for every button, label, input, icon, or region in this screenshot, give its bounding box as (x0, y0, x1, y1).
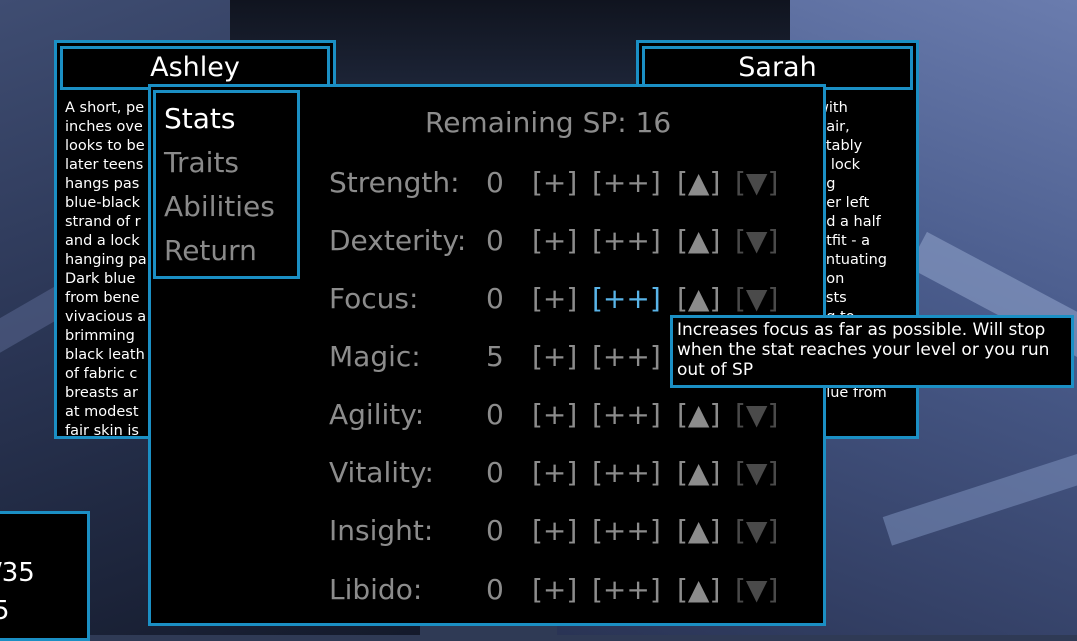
max-increase-button[interactable]: [++] (592, 456, 661, 489)
increase-button[interactable]: [+] (532, 340, 577, 373)
stat-label: Libido: (329, 573, 423, 606)
move-down-button[interactable]: [▼] (735, 573, 778, 606)
stat-value: 0 (486, 573, 504, 606)
move-down-button[interactable]: [▼] (735, 456, 778, 489)
stat-label: Strength: (329, 166, 460, 199)
character-name: Ashley (150, 52, 240, 83)
tooltip: Increases focus as far as possible. Will… (670, 315, 1074, 388)
status-value: /35 (0, 558, 35, 588)
move-down-button[interactable]: [▼] (735, 166, 778, 199)
move-down-button[interactable]: [▼] (735, 398, 778, 431)
status-panel: /35 5 (0, 511, 90, 641)
move-up-button[interactable]: [▲] (677, 573, 720, 606)
stat-label: Focus: (329, 282, 419, 315)
move-up-button[interactable]: [▲] (677, 166, 720, 199)
increase-button[interactable]: [+] (532, 398, 577, 431)
stat-label: Agility: (329, 398, 425, 431)
move-down-button[interactable]: [▼] (735, 514, 778, 547)
menu-item-traits[interactable]: Traits (156, 141, 297, 185)
stat-value: 0 (486, 166, 504, 199)
move-up-button[interactable]: [▲] (677, 224, 720, 257)
stat-value: 0 (486, 456, 504, 489)
menu-item-stats[interactable]: Stats (156, 97, 297, 141)
move-up-button[interactable]: [▲] (677, 514, 720, 547)
max-increase-button[interactable]: [++] (592, 166, 661, 199)
remaining-sp-label: Remaining SP: 16 (425, 106, 672, 139)
increase-button[interactable]: [+] (532, 456, 577, 489)
stat-label: Dexterity: (329, 224, 467, 257)
max-increase-button[interactable]: [++] (592, 282, 661, 315)
move-up-button[interactable]: [▲] (677, 282, 720, 315)
stat-value: 0 (486, 224, 504, 257)
stat-value: 5 (486, 340, 504, 373)
stat-label: Magic: (329, 340, 421, 373)
move-up-button[interactable]: [▲] (677, 398, 720, 431)
menu-item-return[interactable]: Return (156, 229, 297, 273)
move-down-button[interactable]: [▼] (735, 282, 778, 315)
max-increase-button[interactable]: [++] (592, 573, 661, 606)
side-menu: Stats Traits Abilities Return (153, 90, 300, 279)
character-description: with hair, otably g lock ng her left nd … (817, 100, 887, 401)
move-down-button[interactable]: [▼] (735, 224, 778, 257)
stat-label: Insight: (329, 514, 434, 547)
stat-value: 0 (486, 514, 504, 547)
increase-button[interactable]: [+] (532, 282, 577, 315)
max-increase-button[interactable]: [++] (592, 398, 661, 431)
increase-button[interactable]: [+] (532, 514, 577, 547)
stat-label: Vitality: (329, 456, 434, 489)
move-up-button[interactable]: [▲] (677, 456, 720, 489)
character-name: Sarah (738, 52, 817, 83)
max-increase-button[interactable]: [++] (592, 340, 661, 373)
increase-button[interactable]: [+] (532, 224, 577, 257)
stat-value: 0 (486, 282, 504, 315)
max-increase-button[interactable]: [++] (592, 514, 661, 547)
increase-button[interactable]: [+] (532, 166, 577, 199)
menu-item-abilities[interactable]: Abilities (156, 185, 297, 229)
stat-value: 0 (486, 398, 504, 431)
max-increase-button[interactable]: [++] (592, 224, 661, 257)
increase-button[interactable]: [+] (532, 573, 577, 606)
status-value: 5 (0, 596, 10, 626)
